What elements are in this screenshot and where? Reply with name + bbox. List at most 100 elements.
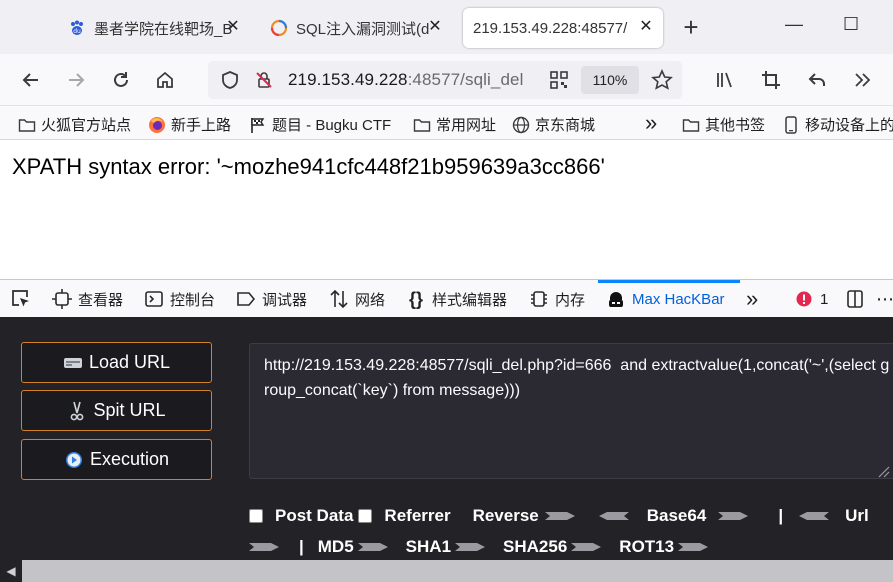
button-label: Load URL [88,352,171,372]
inspector-icon [52,289,72,309]
bookmark-label: 移动设备上的 [805,117,893,134]
bookmarks-overflow-chevron[interactable]: » [645,110,657,136]
arrow-right-icon[interactable] [571,540,602,554]
tab-strip: du 墨者学院在线靶场_B ✕ SQL注入漏洞测试(d ✕ 219.153.49… [0,0,893,54]
back-icon[interactable] [19,68,43,92]
forward-icon[interactable] [64,68,88,92]
horizontal-scrollbar[interactable] [22,560,893,582]
insecure-lock-icon[interactable] [252,68,276,92]
close-tab-icon[interactable]: ✕ [426,18,444,36]
folder-icon [413,118,431,132]
zoom-level-button[interactable]: 110% [581,66,639,94]
devtools-tab-style-editor[interactable]: {} 样式编辑器 [406,280,507,318]
devtools-tab-memory[interactable]: 内存 [529,280,585,318]
arrow-right-icon[interactable] [357,540,388,554]
resize-grip-icon[interactable] [874,462,890,478]
post-data-label[interactable]: Post Data [275,506,353,526]
load-url-button[interactable]: Load URL [21,342,212,383]
hackbar-url-textarea[interactable]: http://219.153.49.228:48577/sqli_del.php… [249,343,893,479]
firefox-icon [149,116,165,133]
arrow-left-icon[interactable] [598,509,629,523]
shield-icon[interactable] [218,68,242,92]
url-encode-button[interactable]: Url [845,506,869,526]
tab-mozhe[interactable]: du 墨者学院在线靶场_B ✕ [58,8,250,48]
arrow-left-icon[interactable] [799,509,830,523]
qr-code-icon[interactable] [547,68,571,92]
button-label: Execution [89,449,170,469]
base64-button[interactable]: Base64 [647,506,707,526]
devtools-tab-label: Max HacKBar [632,290,725,308]
bookmark-label: 题目 - Bugku CTF [272,117,392,134]
devtools-tab-console[interactable]: 控制台 [144,280,215,318]
error-count-badge[interactable]: 1 [794,280,828,318]
devtools-tab-debugger[interactable]: 调试器 [236,280,307,318]
arrow-right-icon[interactable] [249,540,279,554]
devtools-tab-label: 查看器 [78,291,124,309]
reverse-button[interactable]: Reverse [473,506,539,526]
tab-active-target[interactable]: 219.153.49.228:48577/ ✕ [463,8,663,48]
error-icon [794,289,814,309]
maximize-button[interactable]: ☐ [843,14,859,35]
split-url-button[interactable]: Spit URL [21,390,212,431]
devtools-tab-label: 样式编辑器 [432,291,508,309]
crop-screenshot-icon[interactable] [759,68,783,92]
library-icon[interactable] [714,68,738,92]
devtools-tab-network[interactable]: 网络 [329,280,385,318]
tab-sqli-test[interactable]: SQL注入漏洞测试(d ✕ [260,8,452,48]
close-tab-icon[interactable]: ✕ [224,18,242,36]
bookmark-mobile-bookmarks[interactable]: 移动设备上的 [782,114,893,135]
flag-icon [251,117,265,133]
referrer-label[interactable]: Referrer [384,506,450,526]
devtools-menu-icon[interactable]: ⋯ [876,280,893,318]
debugger-icon [236,289,256,309]
rot13-button[interactable]: ROT13 [619,537,674,557]
minimize-button[interactable]: — [785,14,803,35]
url-bar[interactable]: 219.153.49.228:48577/sqli_del 110% [208,61,682,99]
tab-title: 219.153.49.228:48577/ [473,19,628,37]
sha1-button[interactable]: SHA1 [406,537,451,557]
folder-icon [18,118,36,132]
cloud-icon [270,19,288,37]
star-bookmark-icon[interactable] [650,68,674,92]
console-icon [144,289,164,309]
devtools-tab-inspector[interactable]: 查看器 [52,280,123,318]
arrow-right-icon[interactable] [455,540,486,554]
close-tab-icon[interactable]: ✕ [637,18,655,36]
bookmark-label: 京东商城 [535,117,596,134]
devtools-tab-label: 控制台 [170,291,216,309]
arrow-right-icon[interactable] [718,509,749,523]
execution-button[interactable]: Execution [21,439,212,480]
arrow-right-icon[interactable] [544,509,575,523]
new-tab-button[interactable]: + [678,14,704,40]
devtools-overflow-chevron[interactable]: » [746,280,758,318]
separator: | [778,506,784,525]
dock-side-icon[interactable] [846,280,866,318]
referrer-checkbox[interactable] [358,509,373,523]
devtools-tab-label: 调试器 [262,291,308,309]
bookmark-bugku-ctf[interactable]: 题目 - Bugku CTF [249,114,391,135]
url-text[interactable]: 219.153.49.228:48577/sqli_del [288,70,548,90]
folder-icon [682,118,700,132]
overflow-menu-icon[interactable] [850,68,874,92]
sha256-button[interactable]: SHA256 [503,537,567,557]
xpath-error-message: XPATH syntax error: '~mozhe941cfc448f21b… [12,154,605,179]
reload-icon[interactable] [109,68,133,92]
bookmark-label: 其他书签 [705,117,766,134]
scroll-left-arrow[interactable]: ◀ [0,560,22,582]
bookmark-getting-started[interactable]: 新手上路 [148,114,231,135]
bookmark-jd-mall[interactable]: 京东商城 [512,114,595,135]
devtools-tab-max-hackbar[interactable]: Max HacKBar [606,280,725,318]
md5-button[interactable]: MD5 [318,537,354,557]
undo-arrow-icon[interactable] [805,68,829,92]
bookmark-other-bookmarks[interactable]: 其他书签 [682,114,765,135]
home-icon[interactable] [153,68,177,92]
hackbar-options-row-1: Post Data Referrer Reverse Base64 | Url [249,504,869,528]
arrow-right-icon[interactable] [678,540,709,554]
element-picker-icon[interactable] [10,280,32,318]
bookmark-firefox-official[interactable]: 火狐官方站点 [18,114,131,135]
bookmark-common-sites[interactable]: 常用网址 [413,114,496,135]
error-count: 1 [820,290,829,308]
paw-icon: du [71,20,83,35]
bookmarks-toolbar: 火狐官方站点 新手上路 题目 - Bugku CTF 常用网址 京东商城 » 其… [0,106,893,140]
post-data-checkbox[interactable] [249,509,263,523]
